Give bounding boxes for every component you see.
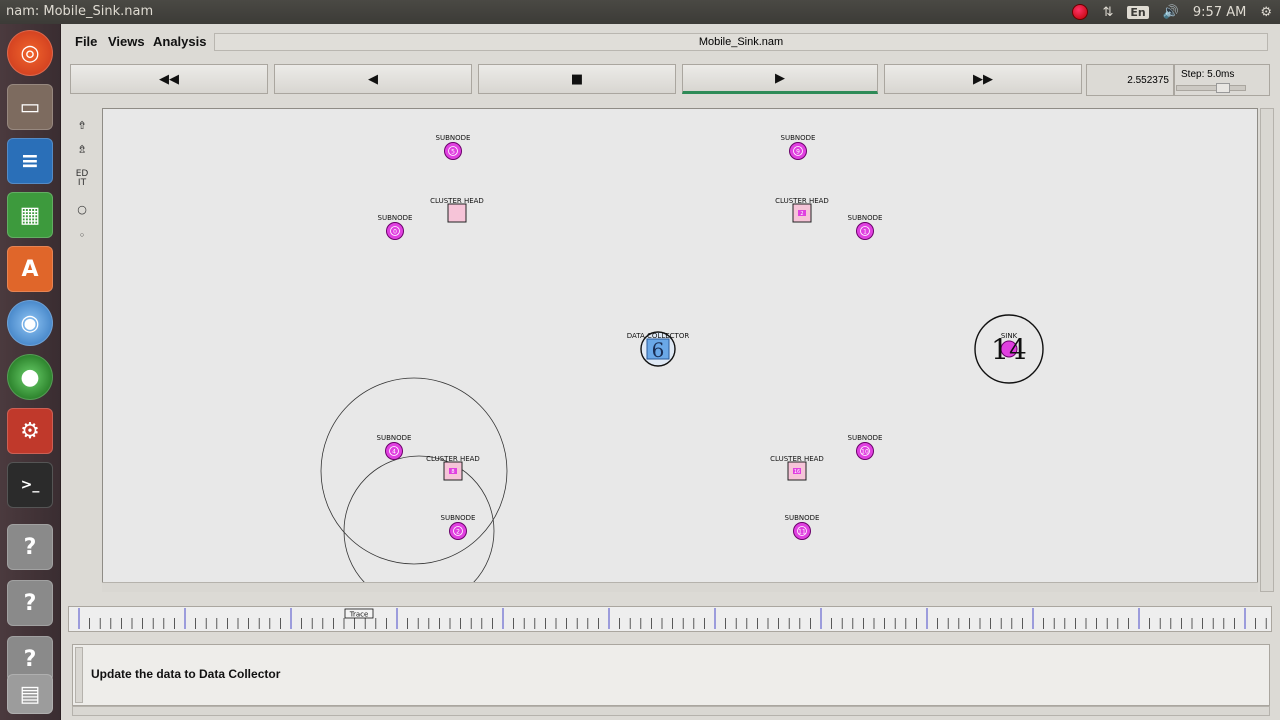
play-button[interactable]: ▶ [682, 64, 878, 94]
step-slider[interactable] [1176, 85, 1246, 91]
node-label: CLUSTER HEAD [775, 197, 829, 205]
node-id: 0 [393, 229, 397, 236]
node-label: CLUSTER HEAD [426, 455, 480, 463]
small-circle-tool-icon[interactable]: ◦ [70, 224, 94, 246]
node-label: DATA COLLECTOR [627, 332, 690, 340]
node-id: 16 [794, 469, 800, 475]
node-label: SUBNODE [378, 214, 413, 222]
timeline[interactable]: Trace [68, 606, 1278, 632]
timeline-marker-label: Trace [349, 611, 369, 619]
node-1[interactable]: CLUSTER HEAD [430, 197, 484, 223]
node-3[interactable]: 9 SUBNODE [781, 134, 816, 160]
node-11[interactable]: 10 SUBNODE [848, 434, 883, 460]
step-slider-thumb[interactable] [1216, 83, 1230, 93]
zoom-out-icon[interactable]: ⇯ [70, 138, 94, 160]
node-id: 6 [652, 338, 665, 362]
node-id: 2 [456, 529, 460, 536]
system-settings-icon[interactable]: ⚙ [7, 408, 53, 454]
node-10[interactable]: 2 SUBNODE [441, 514, 476, 540]
menu-bar: File Views Analysis Mobile_Sink.nam [62, 24, 1280, 58]
trace-filename: Mobile_Sink.nam [214, 33, 1268, 51]
node-id: 8 [451, 469, 454, 475]
topology-svg: 5 SUBNODE CLUSTER HEAD 0 SUBNODE 9 SUBNODE 2 CLU… [320, 134, 1044, 583]
cluster-head-square [447, 203, 467, 223]
menu-file[interactable]: File [75, 34, 97, 49]
node-12[interactable]: 16 CLUSTER HEAD [770, 455, 824, 481]
terminal-icon[interactable]: >_ [7, 462, 53, 508]
node-label: CLUSTER HEAD [430, 197, 484, 205]
chromium-icon[interactable]: ◉ [7, 300, 53, 346]
menu-views[interactable]: Views [108, 34, 145, 49]
settings-gear-icon[interactable]: ⚙ [1260, 5, 1272, 20]
stop-button[interactable]: ■ [478, 64, 676, 94]
node-label: SUBNODE [441, 514, 476, 522]
unknown-app-icon[interactable]: ? [7, 580, 53, 626]
node-label: SINK [1001, 332, 1018, 340]
node-id: 5 [451, 149, 455, 156]
software-center-icon[interactable]: A [7, 246, 53, 292]
node-0[interactable]: 5 SUBNODE [436, 134, 471, 160]
node-4[interactable]: 2 CLUSTER HEAD [775, 197, 829, 223]
node-id: 10 [861, 449, 869, 456]
network-icon[interactable]: ⇅ [1102, 5, 1113, 20]
node-label: SUBNODE [848, 434, 883, 442]
calc-icon[interactable]: ▦ [7, 192, 53, 238]
edit-toolbar: ⇮ ⇯ ED IT ○ ◦ [68, 108, 96, 258]
globe-icon[interactable]: ● [7, 354, 53, 400]
node-label: SUBNODE [781, 134, 816, 142]
node-9[interactable]: 8 CLUSTER HEAD [426, 455, 480, 481]
playback-controls: ◀◀ ◀ ■ ▶ ▶▶ [68, 64, 1088, 96]
sim-time-display: 2.552375 [1086, 64, 1174, 96]
range-circle-large [320, 377, 508, 565]
fast-forward-button[interactable]: ▶▶ [884, 64, 1082, 94]
rewind-button[interactable]: ◀◀ [70, 64, 268, 94]
circle-tool-icon[interactable]: ○ [70, 198, 94, 220]
nodes-layer: 5 SUBNODE CLUSTER HEAD 0 SUBNODE 9 SUBNODE 2 CLU… [377, 134, 1044, 540]
record-icon[interactable] [1072, 4, 1089, 20]
node-7[interactable]: 14SINK [974, 314, 1044, 384]
network-canvas[interactable]: 5 SUBNODE CLUSTER HEAD 0 SUBNODE 9 SUBNODE 2 CLU… [102, 108, 1258, 592]
output-panel: Update the data to Data Collector [72, 644, 1270, 706]
canvas-horizontal-scrollbar[interactable] [102, 582, 1258, 592]
node-label: CLUSTER HEAD [770, 455, 824, 463]
writer-icon[interactable]: ≡ [7, 138, 53, 184]
output-horizontal-scrollbar[interactable] [72, 706, 1270, 716]
node-5[interactable]: 1 SUBNODE [848, 214, 883, 240]
edit-label[interactable]: ED IT [75, 164, 89, 194]
keyboard-layout-indicator[interactable]: En [1127, 5, 1149, 19]
output-message: Update the data to Data Collector [91, 667, 281, 681]
node-id: 11 [798, 529, 806, 536]
unity-launcher: ◎ ▭ ≡ ▦ A ◉ ● ⚙ >_ ? ? ? ▤ [0, 24, 61, 720]
node-13[interactable]: 11 SUBNODE [785, 514, 820, 540]
node-6[interactable]: 6DATA COLLECTOR [627, 331, 690, 367]
step-back-button[interactable]: ◀ [274, 64, 472, 94]
node-label: SUBNODE [848, 214, 883, 222]
node-label: SUBNODE [377, 434, 412, 442]
node-2[interactable]: 0 SUBNODE [378, 214, 413, 240]
timeline-ticks [78, 608, 1278, 629]
output-vertical-scrollbar[interactable] [75, 647, 83, 703]
canvas-vertical-scrollbar[interactable] [1260, 108, 1274, 592]
system-top-bar: nam: Mobile_Sink.nam ⇅ En 🔊 9:57 AM ⚙ [0, 0, 1280, 24]
node-id: 4 [392, 449, 396, 456]
node-id: 9 [796, 149, 800, 156]
ubuntu-dash-icon[interactable]: ◎ [7, 30, 53, 76]
nam-window: File Views Analysis Mobile_Sink.nam ◀◀ ◀… [62, 24, 1280, 720]
volume-icon[interactable]: 🔊 [1163, 5, 1179, 20]
files-icon[interactable]: ▭ [7, 84, 53, 130]
node-label: SUBNODE [785, 514, 820, 522]
system-tray: ⇅ En 🔊 9:57 AM ⚙ [1072, 0, 1280, 24]
node-label: SUBNODE [436, 134, 471, 142]
node-id: 1 [863, 229, 867, 236]
timeline-svg: Trace [78, 608, 1278, 629]
node-id: 2 [800, 211, 803, 217]
node-8[interactable]: 4 SUBNODE [377, 434, 412, 460]
zoom-in-icon[interactable]: ⇮ [70, 114, 94, 136]
menu-analysis[interactable]: Analysis [153, 34, 206, 49]
window-title: nam: Mobile_Sink.nam [6, 4, 154, 19]
unknown-app-icon[interactable]: ? [7, 524, 53, 570]
trash-icon[interactable]: ▤ [7, 674, 53, 714]
clock[interactable]: 9:57 AM [1193, 5, 1246, 20]
